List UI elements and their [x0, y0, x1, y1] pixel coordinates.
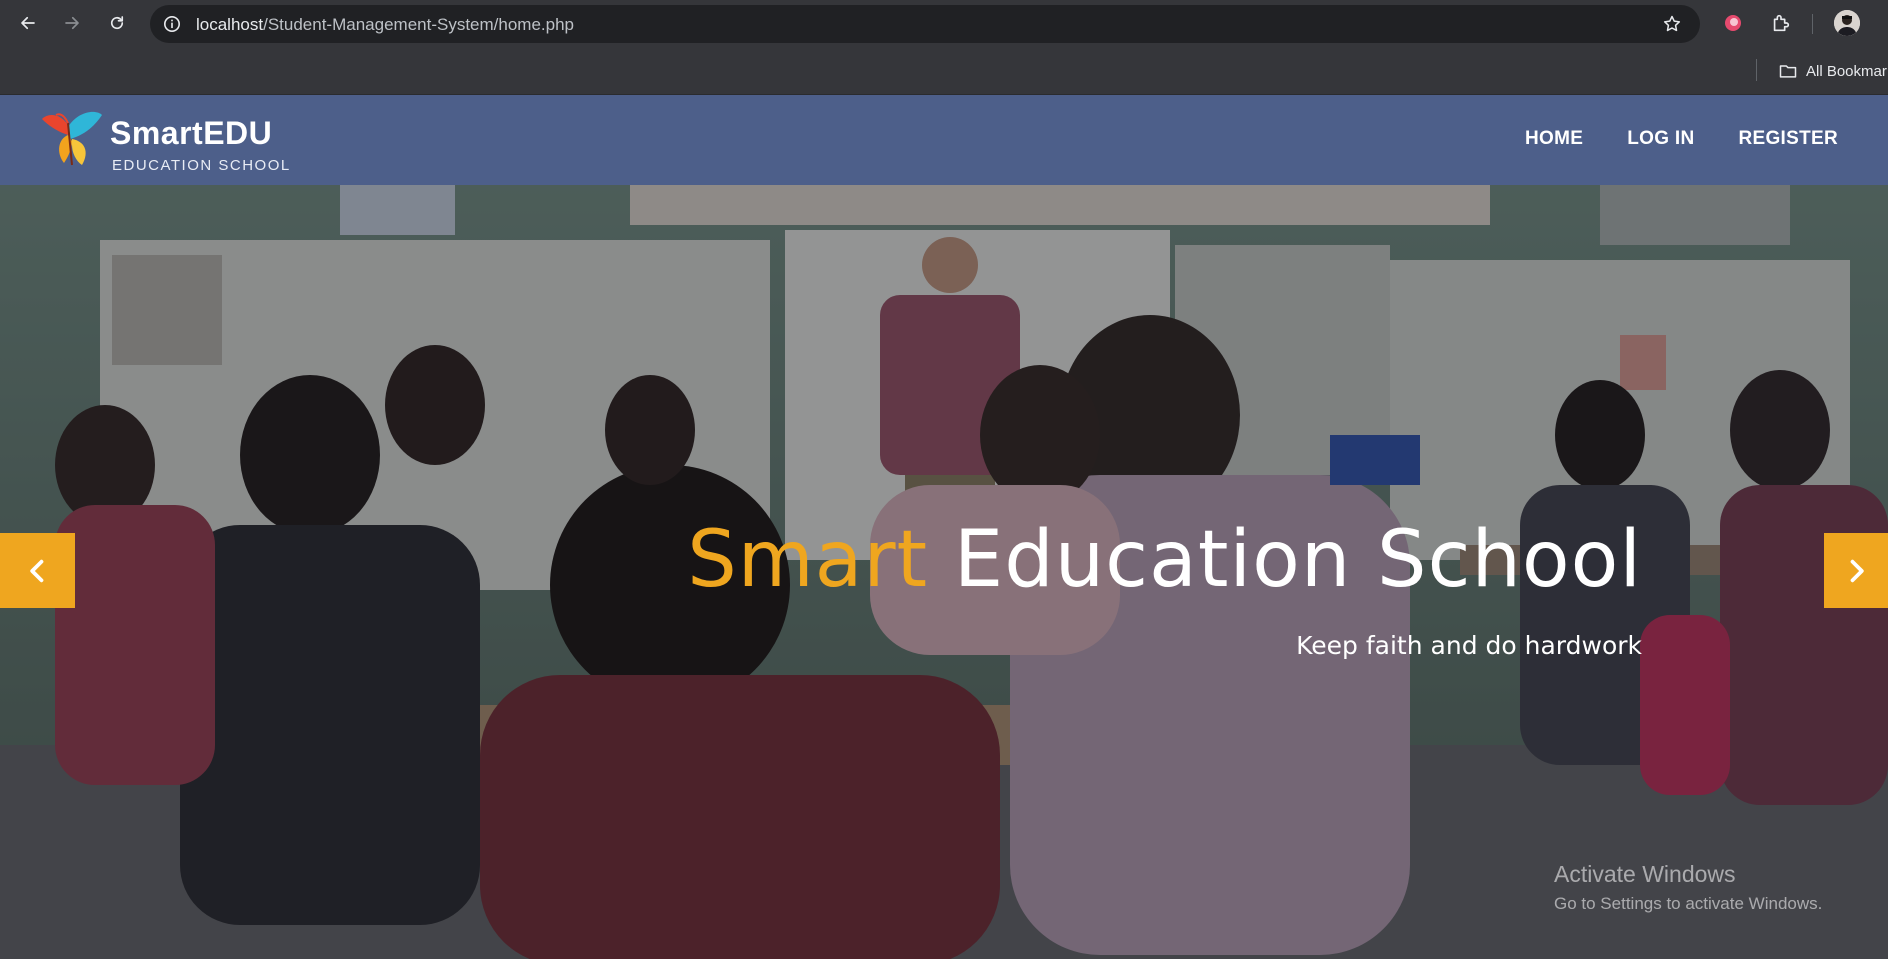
hero-title: Smart Education School — [687, 515, 1642, 605]
forward-arrow-icon — [65, 16, 79, 30]
forward-button[interactable] — [60, 11, 84, 35]
nav-login-link[interactable]: LOG IN — [1627, 128, 1694, 150]
site-header: SmartEDU EDUCATION SCHOOL HOME LOG IN RE… — [0, 95, 1888, 185]
logo-subtitle: EDUCATION SCHOOL — [112, 157, 291, 174]
bookmark-star-icon[interactable] — [1662, 14, 1682, 34]
profile-avatar[interactable] — [1834, 10, 1860, 36]
reload-button[interactable] — [105, 11, 129, 35]
hero-caption: Smart Education School Keep faith and do… — [687, 515, 1642, 660]
chevron-left-icon — [29, 559, 43, 582]
nav-home-link[interactable]: HOME — [1525, 128, 1583, 150]
all-bookmarks-label: All Bookmar — [1806, 62, 1887, 80]
reload-icon — [110, 16, 124, 30]
main-navigation: HOME LOG IN REGISTER — [1525, 128, 1838, 150]
nav-register-link[interactable]: REGISTER — [1738, 128, 1838, 150]
slider-prev-button[interactable] — [0, 533, 75, 608]
url-text[interactable]: localhost/Student-Management-System/home… — [196, 15, 574, 35]
folder-icon — [1779, 65, 1797, 78]
watermark-line-2: Go to Settings to activate Windows. — [1554, 894, 1823, 913]
back-button[interactable] — [16, 11, 40, 35]
profile-icon — [1834, 10, 1860, 36]
hero-title-accent: Smart — [687, 515, 929, 605]
chevron-right-icon — [1850, 559, 1864, 582]
hero-subtitle: Keep faith and do hardwork — [1296, 631, 1642, 660]
watermark-line-1: Activate Windows — [1554, 861, 1736, 887]
address-bar[interactable]: localhost/Student-Management-System/home… — [150, 5, 1700, 43]
butterfly-book-logo-icon — [42, 111, 102, 166]
site-info-icon[interactable] — [163, 15, 181, 33]
hero-title-rest: Education School — [928, 515, 1642, 605]
logo-title: SmartEDU — [110, 115, 273, 151]
extensions-puzzle-icon[interactable] — [1770, 12, 1792, 34]
toolbar-separator — [1812, 14, 1813, 34]
hero-slider: Smart Education School Keep faith and do… — [0, 185, 1888, 959]
back-arrow-icon — [21, 16, 35, 30]
slider-next-button[interactable] — [1824, 533, 1888, 608]
browser-toolbar: localhost/Student-Management-System/home… — [0, 0, 1888, 46]
all-bookmarks-button[interactable]: All Bookmar — [1778, 59, 1887, 83]
bookmarks-separator — [1756, 59, 1757, 81]
bookmarks-bar: All Bookmar — [0, 46, 1888, 95]
site-logo[interactable]: SmartEDU EDUCATION SCHOOL — [38, 105, 298, 177]
extension-icon[interactable] — [1722, 12, 1744, 34]
windows-activation-watermark: Activate Windows Go to Settings to activ… — [1554, 861, 1822, 914]
